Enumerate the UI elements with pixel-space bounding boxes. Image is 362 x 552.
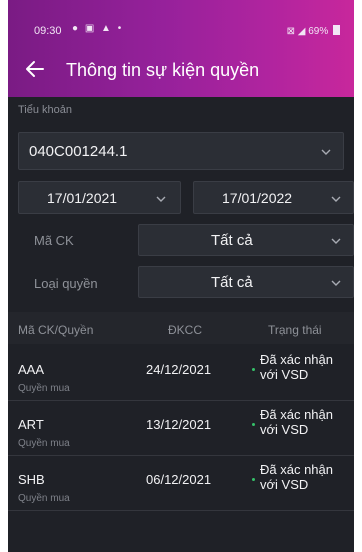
column-header-code: Mã CK/Quyền [18,323,94,337]
battery-icon [333,25,340,35]
row-code: SHB [18,472,45,487]
status-dot [252,478,255,481]
row-status: Đã xác nhận với VSD [260,462,352,492]
row-status-line1: Đã xác nhận [260,407,333,422]
chevron-down-icon [156,196,166,202]
row-record-date: 13/12/2021 [146,417,212,432]
row-status-line2: với VSD [260,477,309,492]
status-time: 09:30 [34,25,62,37]
chevron-down-icon [331,280,341,286]
status-dot [252,368,255,371]
from-date-value: 17/01/2021 [47,190,118,206]
row-record-date: 06/12/2021 [146,472,212,487]
status-indicators: ⊠ ◢ 69% [287,25,340,37]
arrow-left-icon[interactable] [24,58,46,80]
right-type-select[interactable]: Tất cả [138,266,354,298]
symbol-select[interactable]: Tất cả [138,224,354,256]
row-status: Đã xác nhận với VSD [260,407,352,437]
column-header-record-date: ĐKCC [168,323,203,337]
table-row[interactable]: AAA Quyền mua 24/12/2021 Đã xác nhận với… [8,346,354,401]
row-status-line1: Đã xác nhận [260,352,333,367]
column-header-status: Trạng thái [268,323,322,337]
app-header: 09:30 ● ▣ ▲ • ⊠ ◢ 69% Thông tin sự kiện … [8,0,354,97]
chevron-down-icon [331,238,341,244]
page-title: Thông tin sự kiện quyền [66,60,260,80]
signal-icon: ⊠ ◢ [286,26,309,37]
row-right-type: Quyền mua [18,438,70,449]
account-select[interactable]: 040C001244.1 [18,132,344,170]
row-right-type: Quyền mua [18,383,70,394]
row-status-line1: Đã xác nhận [260,462,333,477]
symbol-value: Tất cả [211,232,253,249]
right-type-value: Tất cả [211,274,253,291]
status-bar: 09:30 ● ▣ ▲ • ⊠ ◢ 69% [8,0,354,37]
chevron-down-icon [321,149,331,155]
chevron-down-icon [331,196,341,202]
account-label: Tiểu khoản [18,104,73,116]
symbol-label: Mã CK [34,233,74,248]
battery-percent: 69% [308,26,329,37]
to-date-value: 17/01/2022 [222,190,293,206]
row-right-type: Quyền mua [18,493,70,504]
row-status-line2: với VSD [260,422,309,437]
row-record-date: 24/12/2021 [146,362,212,377]
row-status: Đã xác nhận với VSD [260,352,352,382]
row-code: AAA [18,362,45,377]
table-row[interactable]: ART Quyền mua 13/12/2021 Đã xác nhận với… [8,401,354,456]
account-value: 040C001244.1 [29,143,128,160]
row-status-line2: với VSD [260,367,309,382]
table-row[interactable]: SHB Quyền mua 06/12/2021 Đã xác nhận với… [8,456,354,511]
notification-icons: ● ▣ ▲ • [72,23,124,34]
status-dot [252,423,255,426]
to-date-select[interactable]: 17/01/2022 [193,181,354,214]
from-date-select[interactable]: 17/01/2021 [18,181,181,214]
row-code: ART [18,417,44,432]
right-type-label: Loại quyền [34,276,98,291]
